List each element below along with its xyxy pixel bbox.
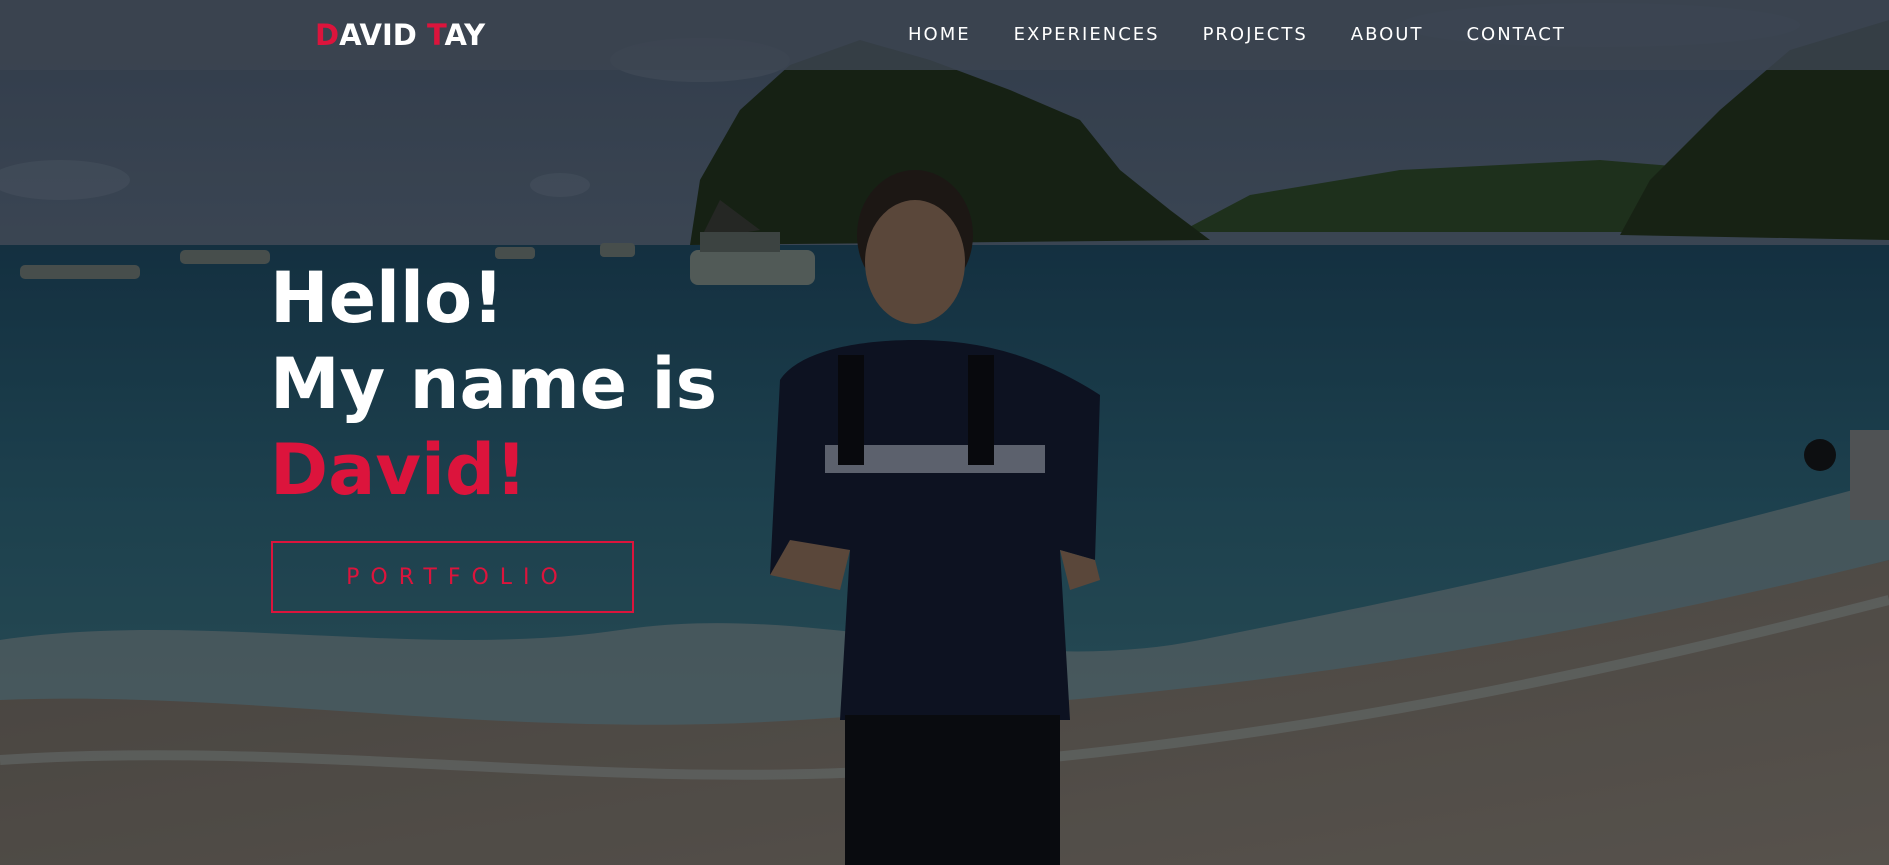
hero-greeting: Hello! (270, 257, 505, 339)
brand-last-rest: AY (444, 18, 486, 52)
nav-link-home[interactable]: HOME (908, 24, 971, 45)
nav-link-projects[interactable]: PROJECTS (1203, 24, 1308, 45)
brand-first-rest: AVID (339, 18, 427, 52)
portfolio-button[interactable]: PORTFOLIO (271, 541, 634, 613)
nav-links: HOME EXPERIENCES PROJECTS ABOUT CONTACT (908, 24, 1609, 45)
brand-first-initial: D (315, 18, 340, 52)
brand-last-initial: T (426, 18, 445, 52)
nav-link-about[interactable]: ABOUT (1351, 24, 1424, 45)
top-navbar: DAVID TAY HOME EXPERIENCES PROJECTS ABOU… (0, 0, 1889, 70)
brand-logo[interactable]: DAVID TAY (315, 18, 485, 52)
hero-intro: My name is (270, 343, 718, 425)
nav-link-contact[interactable]: CONTACT (1466, 24, 1565, 45)
hero-section: DAVID TAY HOME EXPERIENCES PROJECTS ABOU… (0, 0, 1889, 865)
nav-link-experiences[interactable]: EXPERIENCES (1014, 24, 1160, 45)
hero-heading: Hello! My name is David! (270, 255, 717, 513)
hero-name: David! (270, 429, 527, 511)
